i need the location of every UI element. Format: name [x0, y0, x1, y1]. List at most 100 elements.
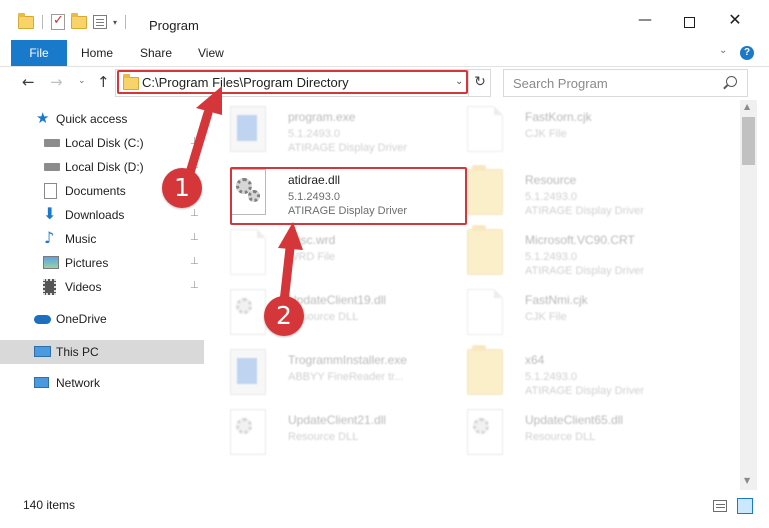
file-item[interactable]: program.exe 5.1.2493.0 ATIRAGE Display D…	[214, 100, 454, 158]
file-item[interactable]: UpdateClient19.dll Resource DLL	[214, 283, 454, 341]
details-view-icon[interactable]	[713, 500, 727, 512]
file-item[interactable]: FastKorn.cjk CJK File	[451, 100, 691, 158]
sidebar-item-label: Pictures	[65, 256, 109, 270]
recent-locations-button[interactable]: ⌄	[78, 76, 86, 86]
file-highlight-box	[230, 167, 467, 225]
folder-icon[interactable]	[18, 12, 34, 29]
file-type: CJK File	[525, 128, 567, 140]
tab-file[interactable]: File	[11, 40, 67, 66]
step-2-badge: 2	[264, 296, 304, 336]
folder-name: x64	[525, 353, 545, 367]
file-item[interactable]: Misc.wrd WRD File	[214, 223, 454, 281]
folder-name: Resource	[525, 173, 577, 187]
title-bar: ▾ Program — ✕	[0, 0, 769, 40]
exe-file-icon	[230, 106, 266, 152]
download-icon: ⬇	[43, 204, 57, 223]
help-icon[interactable]: ?	[740, 46, 754, 60]
back-button[interactable]: ←	[22, 73, 35, 91]
sidebar-item-pictures[interactable]: Pictures ⊥	[0, 251, 204, 275]
step-1-badge: 1	[162, 168, 202, 208]
folder-name: Microsoft.VC90.CRT	[525, 233, 635, 247]
file-item[interactable]: UpdateClient21.dll Resource DLL	[214, 403, 454, 461]
sidebar-item-local-disk-c[interactable]: Local Disk (C:) ⊥	[0, 131, 204, 155]
dll-file-icon	[230, 289, 266, 335]
minimize-button[interactable]: —	[630, 12, 660, 36]
tab-view[interactable]: View	[198, 40, 224, 66]
sidebar-item-music[interactable]: ♪ Music ⊥	[0, 227, 204, 251]
folder-version: 5.1.2493.0	[525, 371, 577, 383]
tab-home[interactable]: Home	[81, 40, 113, 66]
sidebar-item-label: OneDrive	[56, 312, 107, 326]
drive-icon	[44, 139, 60, 147]
document-file-icon	[230, 229, 266, 275]
folder-item[interactable]: x64 5.1.2493.0 ATIRAGE Display Driver	[451, 343, 691, 401]
sidebar-item-videos[interactable]: Videos ⊥	[0, 275, 204, 299]
sidebar-item-network[interactable]: Network	[0, 371, 204, 395]
pin-icon[interactable]: ⊥	[190, 256, 199, 267]
address-highlight-box	[117, 70, 468, 94]
navigation-bar: ← → ⌄ ↑ C:\Program Files\Program Directo…	[0, 67, 769, 99]
videos-icon	[43, 279, 56, 295]
search-placeholder: Search Program	[513, 76, 608, 91]
folder-description: ATIRAGE Display Driver	[525, 265, 644, 277]
tiles-view-icon[interactable]	[737, 498, 753, 514]
file-item[interactable]: UpdateClient65.dll Resource DLL	[451, 403, 691, 461]
file-list: program.exe 5.1.2493.0 ATIRAGE Display D…	[214, 100, 740, 490]
tab-share[interactable]: Share	[140, 40, 172, 66]
music-icon: ♪	[44, 228, 55, 247]
file-description: ABBYY FineReader tr...	[288, 371, 404, 383]
file-description: ATIRAGE Display Driver	[288, 142, 407, 154]
refresh-button[interactable]: ↻	[468, 69, 491, 97]
pin-icon[interactable]: ⊥	[190, 136, 199, 147]
folder-version: 5.1.2493.0	[525, 251, 577, 263]
file-name: FastNmi.cjk	[525, 293, 588, 307]
folder-description: ATIRAGE Display Driver	[525, 385, 644, 397]
folder-version: 5.1.2493.0	[525, 191, 577, 203]
folder-item[interactable]: Microsoft.VC90.CRT 5.1.2493.0 ATIRAGE Di…	[451, 223, 691, 281]
sidebar-item-downloads[interactable]: ⬇ Downloads ⊥	[0, 203, 204, 227]
pin-icon[interactable]: ⊥	[190, 280, 199, 291]
file-item[interactable]: FastNmi.cjk CJK File	[451, 283, 691, 341]
file-type: Resource DLL	[525, 431, 596, 443]
file-item[interactable]: TrogrammInstaller.exe ABBYY FineReader t…	[214, 343, 454, 401]
sidebar-item-label: Local Disk (D:)	[65, 160, 144, 174]
search-icon[interactable]	[726, 76, 737, 87]
sidebar-item-onedrive[interactable]: OneDrive	[0, 307, 204, 331]
file-name: UpdateClient21.dll	[288, 413, 387, 427]
window-title: Program	[149, 18, 199, 33]
pin-icon[interactable]: ⊥	[190, 232, 199, 243]
file-name: FastKorn.cjk	[525, 110, 592, 124]
sidebar-item-label: Documents	[65, 184, 126, 198]
forward-button[interactable]: →	[50, 73, 63, 91]
folder-item[interactable]: Resource 5.1.2493.0 ATIRAGE Display Driv…	[451, 163, 691, 221]
file-type: Resource DLL	[288, 431, 359, 443]
search-input[interactable]: Search Program	[503, 69, 748, 97]
maximize-button[interactable]	[674, 11, 704, 35]
maximize-icon	[683, 17, 695, 28]
close-button[interactable]: ✕	[720, 10, 750, 34]
chevron-down-icon[interactable]: ▾	[113, 18, 117, 27]
network-icon	[34, 377, 49, 388]
properties-list-icon[interactable]	[93, 15, 107, 29]
sidebar-item-label: Music	[65, 232, 97, 246]
scroll-down-icon[interactable]: ▼	[744, 476, 750, 485]
scrollbar-thumb[interactable]	[742, 117, 755, 165]
sidebar-item-quick-access[interactable]: ★ Quick access	[0, 107, 204, 131]
sidebar-item-this-pc[interactable]: This PC	[0, 340, 204, 364]
folder-description: ATIRAGE Display Driver	[525, 205, 644, 217]
pin-icon[interactable]: ⊥	[190, 208, 199, 219]
sidebar-item-label: Network	[56, 376, 101, 390]
vertical-scrollbar[interactable]: ▲ ▼	[740, 100, 757, 490]
cloud-icon	[34, 315, 51, 324]
file-type: WRD File	[288, 251, 336, 263]
properties-check-icon[interactable]	[51, 13, 65, 30]
status-bar: 140 items	[0, 490, 769, 528]
file-name: Misc.wrd	[288, 233, 336, 247]
documents-icon	[44, 183, 57, 199]
sidebar-item-label: Local Disk (C:)	[65, 136, 144, 150]
scroll-up-icon[interactable]: ▲	[744, 102, 750, 111]
star-icon: ★	[36, 109, 50, 127]
new-folder-icon[interactable]	[71, 12, 87, 29]
expand-ribbon-icon[interactable]: ⌄	[719, 45, 727, 56]
up-button[interactable]: ↑	[97, 73, 110, 91]
